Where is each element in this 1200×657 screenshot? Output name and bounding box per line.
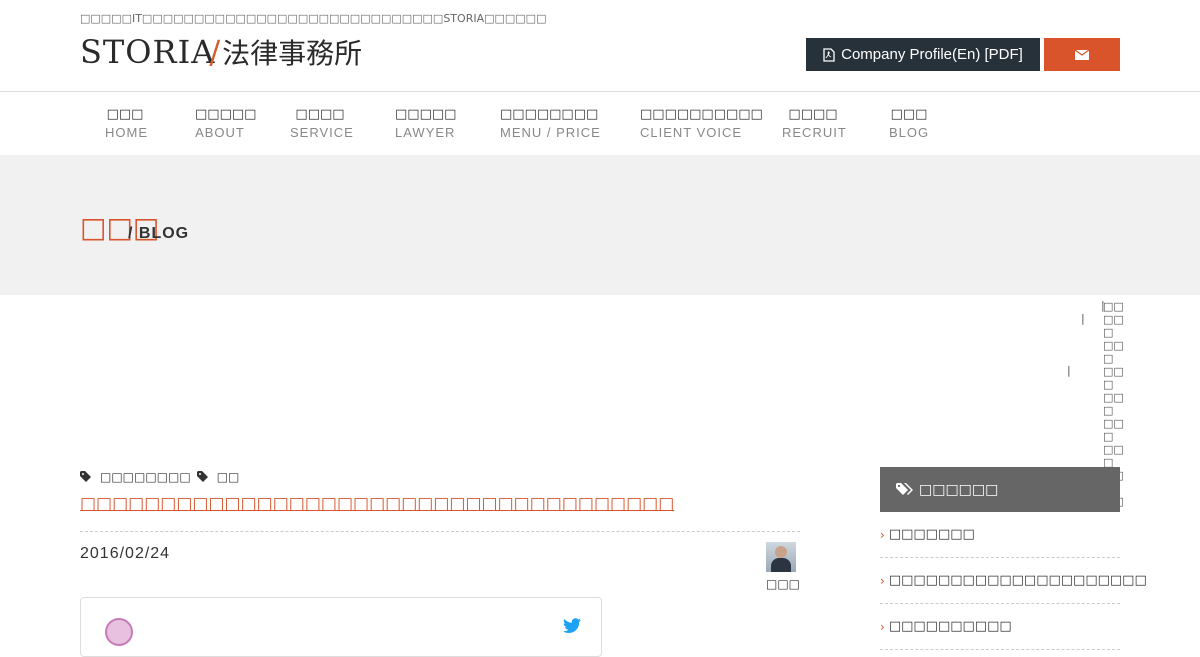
avatar bbox=[105, 618, 133, 646]
chevron-right-icon: › bbox=[880, 527, 885, 542]
post-date: 2016/02/24 bbox=[80, 545, 171, 562]
site-header: □□□□□IT□□□□□□□□□□□□□□□□□□□□□□□□□□□□□STOR… bbox=[0, 0, 1200, 92]
nav-label-jp: □□□□□ bbox=[195, 107, 257, 122]
author-name: □□□ bbox=[766, 577, 801, 591]
file-pdf-icon bbox=[823, 47, 835, 62]
vertical-bar: | bbox=[1067, 364, 1071, 377]
nav-item-lawyer[interactable]: □□□□□ LAWYER bbox=[395, 107, 457, 140]
post-title-link[interactable]: □□□□□□□□□□□□□□□□□□□□□□□□□□□□□□□□□□□□□ bbox=[80, 494, 674, 514]
vertical-bar: | bbox=[1081, 312, 1085, 325]
nav-item-home[interactable]: □□□ HOME bbox=[105, 107, 148, 140]
main-nav: □□□ HOME □□□□□ ABOUT □□□□ SERVICE □□□□□ … bbox=[0, 93, 1200, 155]
nav-item-client-voice[interactable]: □□□□□□□□□□ CLIENT VOICE bbox=[640, 107, 763, 140]
nav-label-jp: □□□□ bbox=[788, 107, 838, 122]
nav-label-en: HOME bbox=[105, 125, 148, 140]
nav-label-jp: □□□ bbox=[106, 107, 144, 122]
nav-label-en: ABOUT bbox=[195, 125, 245, 140]
contact-mail-button[interactable] bbox=[1044, 38, 1120, 71]
nav-label-jp: □□□□□□□□□□ bbox=[640, 107, 763, 122]
post-categories: □□□□□□□□ □□ bbox=[80, 470, 239, 484]
nav-item-recruit[interactable]: □□□□ RECRUIT bbox=[782, 107, 847, 140]
site-tagline: □□□□□IT□□□□□□□□□□□□□□□□□□□□□□□□□□□□□STOR… bbox=[80, 12, 547, 25]
category-link[interactable]: □□□□□□□□ bbox=[100, 470, 191, 484]
post-author[interactable]: □□□ bbox=[766, 542, 801, 591]
nav-item-about[interactable]: □□□□□ ABOUT bbox=[195, 107, 257, 140]
company-profile-label: Company Profile(En) [PDF] bbox=[841, 46, 1023, 63]
category-link[interactable]: □□ bbox=[217, 470, 240, 484]
nav-label-en: LAWYER bbox=[395, 125, 456, 140]
chevron-right-icon: › bbox=[880, 573, 885, 588]
embedded-tweet[interactable] bbox=[80, 597, 602, 657]
nav-item-blog[interactable]: □□□ BLOG bbox=[888, 107, 930, 140]
nav-label-jp: □□□□□□□□ bbox=[500, 107, 599, 122]
nav-item-service[interactable]: □□□□ SERVICE bbox=[290, 107, 354, 140]
page-subtitle: / BLOG bbox=[128, 225, 190, 242]
tags-icon bbox=[80, 471, 91, 482]
sidebar-item-label: □□□□□□□□□□ bbox=[888, 619, 1012, 634]
nav-label-en: MENU / PRICE bbox=[500, 125, 601, 140]
twitter-icon bbox=[563, 618, 581, 633]
envelope-icon bbox=[1075, 49, 1089, 60]
sidebar-category-item[interactable]: › □□□□□□□□□□ bbox=[880, 604, 1120, 650]
company-profile-button[interactable]: Company Profile(En) [PDF] bbox=[806, 38, 1040, 71]
sidebar-category-item[interactable]: › □□□□□□□ bbox=[880, 512, 1120, 558]
logo-text-jp: 法律事務所 bbox=[222, 37, 363, 70]
post-divider bbox=[80, 531, 800, 532]
nav-label-jp: □□□ bbox=[890, 107, 928, 122]
nav-label-en: RECRUIT bbox=[782, 125, 847, 140]
sidebar-category-item[interactable]: › □□□□□□□□□□□□□□□□□□□□□ bbox=[880, 558, 1147, 604]
chevron-right-icon: › bbox=[880, 619, 885, 634]
logo-text-en: STORIA bbox=[80, 33, 216, 71]
page-hero: □□□ / BLOG bbox=[0, 155, 1200, 295]
nav-label-en: BLOG bbox=[888, 125, 930, 140]
nav-label-en: SERVICE bbox=[290, 125, 354, 140]
nav-label-jp: □□□□□ bbox=[395, 107, 457, 122]
logo-slash-mark: / bbox=[209, 33, 221, 71]
tags-icon bbox=[196, 471, 208, 482]
sidebar-item-label: □□□□□□□ bbox=[888, 527, 975, 542]
nav-label-jp: □□□□ bbox=[295, 107, 345, 122]
tags-icon bbox=[896, 482, 913, 495]
site-logo[interactable]: STORIA / 法律事務所 bbox=[80, 32, 362, 72]
avatar bbox=[766, 542, 796, 572]
sidebar-heading-label: □□□□□□ bbox=[919, 481, 999, 498]
sidebar-heading: □□□□□□ bbox=[880, 467, 1120, 512]
nav-item-menu-price[interactable]: □□□□□□□□ MENU / PRICE bbox=[500, 107, 601, 140]
sidebar-item-label: □□□□□□□□□□□□□□□□□□□□□ bbox=[888, 573, 1147, 588]
nav-label-en: CLIENT VOICE bbox=[640, 125, 743, 140]
